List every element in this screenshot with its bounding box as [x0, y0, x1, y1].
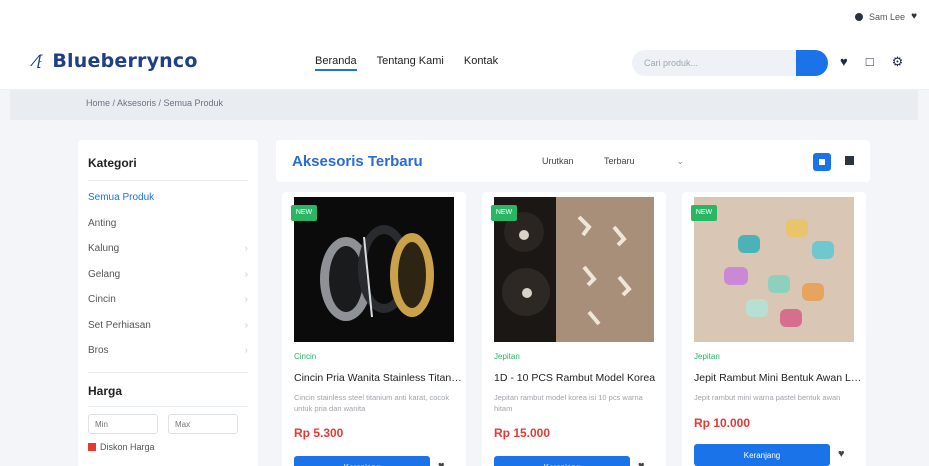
chevron-down-icon: ⌄ [676, 156, 684, 166]
nav-link-tentang[interactable]: Tentang Kami [377, 55, 444, 71]
new-badge: NEW [691, 205, 717, 221]
sort-label: Urutkan [542, 156, 574, 166]
leaf-logo-icon: ⁄⁅ [34, 52, 43, 70]
user-icon [855, 12, 864, 21]
filter-sidebar: Kategori Semua Produk Anting Kalung › Gel… [78, 140, 258, 466]
category-label: Semua Produk [88, 192, 155, 203]
list-view-button[interactable] [845, 156, 854, 165]
cart-icon[interactable]: □ [866, 54, 874, 70]
category-item-set[interactable]: Set Perhiasan › [88, 320, 248, 346]
search-bar [632, 50, 828, 76]
heart-icon[interactable]: ♥ [838, 448, 845, 460]
account-label[interactable]: Sam Lee [869, 12, 905, 22]
product-name[interactable]: 1D - 10 PCS Rambut Model Korea [494, 372, 664, 384]
product-name[interactable]: Jepit Rambut Mini Bentuk Awan Lucu [694, 372, 864, 384]
category-item-anting[interactable]: Anting [88, 218, 248, 244]
product-header: Aksesoris Terbaru Urutkan Terbaru ⌄ [276, 140, 870, 182]
brand-name: Blueberrynco [52, 50, 198, 72]
product-price: Rp 15.000 [494, 426, 551, 440]
new-badge: NEW [291, 205, 317, 221]
category-title: Kategori [88, 156, 137, 170]
product-section: Aksesoris Terbaru Urutkan Terbaru ⌄ NEW … [276, 140, 870, 466]
product-price: Rp 10.000 [694, 416, 751, 430]
discount-checkbox[interactable] [88, 443, 96, 451]
heart-icon[interactable]: ♥ [438, 460, 445, 466]
category-label: Set Perhiasan [88, 319, 151, 331]
grid-view-button[interactable] [813, 153, 831, 171]
product-price: Rp 5.300 [294, 426, 344, 440]
breadcrumb-bar: Home / Aksesoris / Semua Produk [10, 90, 918, 120]
divider [88, 180, 248, 181]
wishlist-icon[interactable]: ♥ [840, 54, 848, 70]
product-image-clips [694, 197, 854, 342]
main-nav: Beranda Tentang Kami Kontak [315, 55, 498, 71]
price-max-input[interactable] [168, 414, 238, 434]
category-label: Cincin [88, 294, 116, 305]
category-label: Bros [88, 345, 109, 356]
chevron-right-icon: › [244, 268, 248, 280]
brand-logo[interactable]: ⁄⁅ Blueberrynco [34, 50, 198, 72]
discount-filter[interactable]: Diskon Harga [88, 442, 155, 452]
nav-link-beranda[interactable]: Beranda [315, 55, 357, 71]
product-description: Cincin stainless steel titanium anti kar… [294, 393, 450, 413]
category-label: Kalung [88, 243, 120, 254]
search-input[interactable] [632, 50, 796, 76]
product-description: Jepit rambut mini warna pastel bentuk aw… [694, 393, 841, 402]
chevron-right-icon: › [244, 319, 248, 331]
category-label: Gelang [88, 268, 121, 280]
product-card[interactable]: NEW Jepitan 1D - 10 PCS Rambut Model Kor… [482, 192, 666, 466]
search-button[interactable] [796, 50, 828, 76]
divider [88, 406, 248, 407]
main-navbar: ⁄⁅ Blueberrynco Beranda Tentang Kami Kon… [0, 36, 929, 90]
price-title: Harga [88, 384, 123, 398]
product-image-rings [294, 197, 454, 342]
product-category: Cincin [294, 352, 317, 361]
gear-icon[interactable]: ⚙ [892, 54, 904, 70]
add-to-cart-button[interactable]: Keranjang [494, 456, 630, 466]
chevron-right-icon: › [244, 243, 248, 254]
product-image-hairclips [494, 197, 654, 342]
heart-icon[interactable]: ♥ [638, 460, 645, 466]
category-item-cincin[interactable]: Cincin › [88, 294, 248, 320]
sort-value: Terbaru [604, 156, 635, 166]
category-item-kalung[interactable]: Kalung › [88, 243, 248, 269]
account-area[interactable]: Sam Lee ♥ [855, 11, 917, 22]
breadcrumb: Home / Aksesoris / Semua Produk [86, 98, 224, 108]
category-item-gelang[interactable]: Gelang › [88, 269, 248, 295]
sort-select[interactable]: Terbaru ⌄ [598, 152, 690, 172]
product-category: Jepitan [694, 352, 720, 361]
product-name[interactable]: Cincin Pria Wanita Stainless Titanium [294, 372, 464, 384]
product-category: Jepitan [494, 352, 520, 361]
category-label: Anting [88, 217, 117, 229]
nav-icons: ♥ □ ⚙ [840, 54, 903, 70]
heart-icon[interactable]: ♥ [911, 11, 917, 22]
product-description: Jepitan rambut model korea isi 10 pcs wa… [494, 393, 643, 413]
chevron-right-icon: › [244, 345, 248, 356]
add-to-cart-button[interactable]: Keranjang [694, 444, 830, 466]
section-title: Aksesoris Terbaru [292, 153, 423, 170]
product-card[interactable]: NEW Jepitan Jepit Rambut Mini Bentuk Awa… [682, 192, 866, 466]
nav-link-kontak[interactable]: Kontak [464, 55, 498, 71]
category-list: Semua Produk Anting Kalung › Gelang › Cinc… [88, 192, 248, 371]
new-badge: NEW [491, 205, 517, 221]
discount-label: Diskon Harga [100, 442, 155, 452]
price-range [88, 414, 238, 434]
chevron-right-icon: › [244, 294, 248, 305]
price-min-input[interactable] [88, 414, 158, 434]
add-to-cart-button[interactable]: Keranjang [294, 456, 430, 466]
category-item-all[interactable]: Semua Produk [88, 192, 248, 218]
product-card[interactable]: NEW Cincin Cincin Pria Wanita Stainless … [282, 192, 466, 466]
category-item-bros[interactable]: Bros › [88, 345, 248, 371]
divider [88, 372, 248, 373]
top-utility-bar: Sam Lee ♥ [0, 0, 929, 36]
